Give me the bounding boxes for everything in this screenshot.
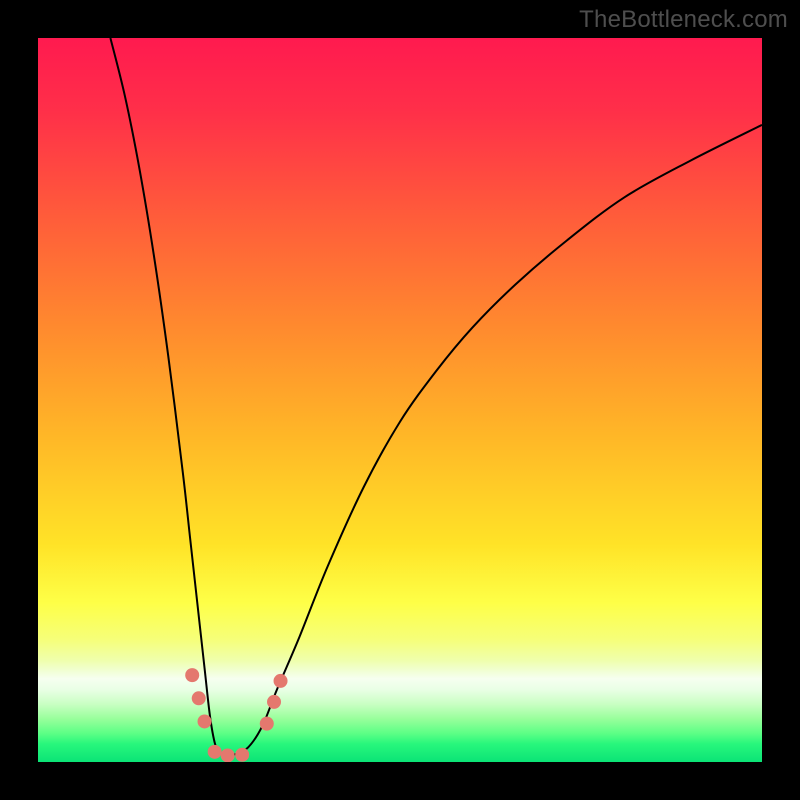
marker-dot (192, 691, 206, 705)
marker-dot (274, 674, 288, 688)
bottleneck-chart (38, 38, 762, 762)
marker-dot (198, 714, 212, 728)
marker-dot (235, 748, 249, 762)
marker-dot (260, 717, 274, 731)
marker-dot (267, 695, 281, 709)
marker-dot (208, 745, 222, 759)
marker-dot (185, 668, 199, 682)
watermark-text: TheBottleneck.com (579, 6, 788, 34)
outer-frame: TheBottleneck.com (0, 0, 800, 800)
chart-background (38, 38, 762, 762)
marker-dot (221, 748, 235, 762)
